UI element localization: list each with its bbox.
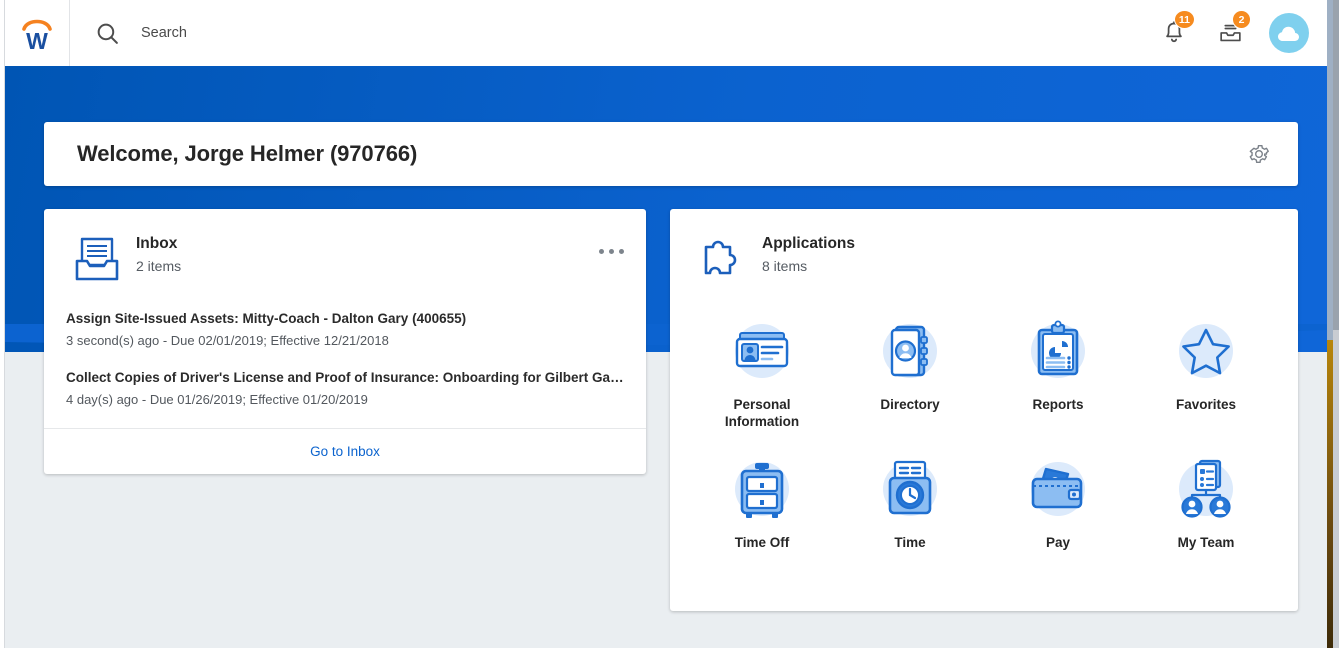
inbox-card: Inbox 2 items Assign Site-Issued Assets:… [44,209,646,474]
kebab-dot [609,249,614,254]
notifications-badge: 11 [1173,10,1195,29]
gear-icon[interactable] [1242,137,1276,171]
search-icon[interactable] [87,13,127,53]
applications-grid: Personal Information Directory Reports F… [670,304,1298,551]
time-clock-icon [875,456,945,526]
star-icon [1171,318,1241,388]
inbox-task-list: Assign Site-Issued Assets: Mitty-Coach -… [44,306,646,428]
inbox-card-title: Inbox [136,235,178,252]
kebab-dot [599,249,604,254]
app-tile-label: Directory [880,397,940,412]
search-input[interactable] [127,13,627,53]
header-inbox-button[interactable]: 2 [1207,10,1253,56]
app-tile-label: Reports [1032,397,1084,412]
app-tile-label: Personal Information [724,397,800,429]
app-tile-label: Favorites [1175,397,1237,412]
svg-text:W: W [26,28,48,52]
inbox-item-meta: 3 second(s) ago - Due 02/01/2019; Effect… [66,333,389,348]
app-tile-personal-information[interactable]: Personal Information [688,318,836,430]
notifications-button[interactable]: 11 [1151,10,1197,56]
go-to-inbox-link[interactable]: Go to Inbox [310,444,380,459]
inbox-overflow-menu-button[interactable] [599,249,624,254]
app-tile-time-off[interactable]: Time Off [688,456,836,551]
app-tile-pay[interactable]: Pay [984,456,1132,551]
inbox-item-title: Collect Copies of Driver's License and P… [66,370,624,385]
app-tile-label: Time [894,535,926,550]
address-book-icon [875,318,945,388]
page-content: Welcome, Jorge Helmer (970766) Inbox 2 i… [5,66,1327,648]
workday-logo[interactable]: W [5,0,70,66]
page-left-gutter [0,0,5,648]
inbox-card-titles: Inbox 2 items [126,231,181,274]
clipboard-chart-icon [1023,318,1093,388]
global-header: W 11 [5,0,1327,66]
page-scrollbar-thumb[interactable] [1333,0,1339,330]
header-inbox-badge: 2 [1232,10,1251,29]
applications-card-title: Applications [762,235,856,252]
inbox-card-subtitle: 2 items [136,258,182,274]
kebab-dot [619,249,624,254]
search-area [70,0,1151,66]
list-item[interactable]: Assign Site-Issued Assets: Mitty-Coach -… [66,306,624,365]
inbox-tray-icon [70,231,126,290]
app-tile-directory[interactable]: Directory [836,318,984,430]
app-tile-time[interactable]: Time [836,456,984,551]
suitcase-icon [727,456,797,526]
app-tile-reports[interactable]: Reports [984,318,1132,430]
app-tile-favorites[interactable]: Favorites [1132,318,1280,430]
applications-card-subtitle: 8 items [762,258,808,274]
inbox-card-header: Inbox 2 items [44,209,646,306]
inbox-item-title: Assign Site-Issued Assets: Mitty-Coach -… [66,311,467,326]
applications-card-titles: Applications 8 items [752,231,855,274]
app-tile-my-team[interactable]: My Team [1132,456,1280,551]
inbox-card-footer: Go to Inbox [44,428,646,474]
welcome-card: Welcome, Jorge Helmer (970766) [44,122,1298,186]
applications-card: Applications 8 items Personal Informatio… [670,209,1298,611]
app-tile-label: Time Off [734,535,790,550]
header-actions: 11 2 [1151,0,1327,66]
id-card-icon [727,318,797,388]
app-tile-label: My Team [1177,535,1235,550]
team-org-icon [1171,456,1241,526]
puzzle-piece-icon [696,231,752,288]
cloud-avatar-icon [1278,26,1299,41]
workday-home-page: W 11 [0,0,1339,648]
inbox-item-meta: 4 day(s) ago - Due 01/26/2019; Effective… [66,392,368,407]
avatar[interactable] [1269,13,1309,53]
page-title: Welcome, Jorge Helmer (970766) [77,141,418,166]
app-tile-label: Pay [1045,535,1071,550]
list-item[interactable]: Collect Copies of Driver's License and P… [66,365,624,424]
wallet-icon [1023,456,1093,526]
applications-card-header: Applications 8 items [670,209,1298,304]
page-scrollbar[interactable] [1333,0,1339,648]
